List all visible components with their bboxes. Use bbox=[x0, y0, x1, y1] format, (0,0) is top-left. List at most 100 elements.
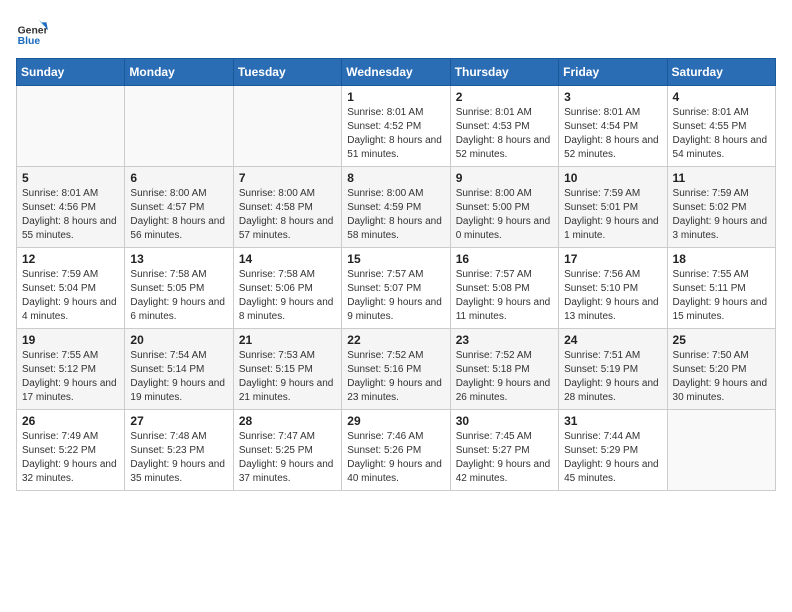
day-info: Sunrise: 7:55 AM Sunset: 5:12 PM Dayligh… bbox=[22, 349, 119, 405]
weekday-header-saturday: Saturday bbox=[667, 59, 775, 86]
day-info: Sunrise: 7:57 AM Sunset: 5:08 PM Dayligh… bbox=[456, 268, 553, 324]
day-number: 26 bbox=[22, 414, 119, 428]
calendar-cell bbox=[233, 86, 341, 167]
day-number: 22 bbox=[347, 333, 444, 347]
weekday-header-friday: Friday bbox=[559, 59, 667, 86]
day-info: Sunrise: 7:59 AM Sunset: 5:01 PM Dayligh… bbox=[564, 187, 661, 243]
day-info: Sunrise: 8:01 AM Sunset: 4:56 PM Dayligh… bbox=[22, 187, 119, 243]
day-info: Sunrise: 8:00 AM Sunset: 4:57 PM Dayligh… bbox=[130, 187, 227, 243]
day-info: Sunrise: 7:52 AM Sunset: 5:18 PM Dayligh… bbox=[456, 349, 553, 405]
page-header: General Blue bbox=[16, 16, 776, 48]
calendar-cell: 9 Sunrise: 8:00 AM Sunset: 5:00 PM Daylig… bbox=[450, 167, 558, 248]
calendar-cell: 11 Sunrise: 7:59 AM Sunset: 5:02 PM Dayli… bbox=[667, 167, 775, 248]
day-number: 15 bbox=[347, 252, 444, 266]
calendar-cell: 3 Sunrise: 8:01 AM Sunset: 4:54 PM Daylig… bbox=[559, 86, 667, 167]
svg-text:General: General bbox=[18, 26, 48, 37]
day-number: 6 bbox=[130, 171, 227, 185]
day-number: 23 bbox=[456, 333, 553, 347]
calendar-cell: 12 Sunrise: 7:59 AM Sunset: 5:04 PM Dayli… bbox=[17, 248, 125, 329]
weekday-header-monday: Monday bbox=[125, 59, 233, 86]
day-info: Sunrise: 7:52 AM Sunset: 5:16 PM Dayligh… bbox=[347, 349, 444, 405]
day-info: Sunrise: 8:00 AM Sunset: 5:00 PM Dayligh… bbox=[456, 187, 553, 243]
day-number: 3 bbox=[564, 90, 661, 104]
day-info: Sunrise: 7:55 AM Sunset: 5:11 PM Dayligh… bbox=[673, 268, 770, 324]
weekday-header-row: SundayMondayTuesdayWednesdayThursdayFrid… bbox=[17, 59, 776, 86]
calendar-week-row: 5Sunrise: 8:01 AM Sunset: 4:56 PM Daylig… bbox=[17, 167, 776, 248]
day-info: Sunrise: 8:01 AM Sunset: 4:54 PM Dayligh… bbox=[564, 106, 661, 162]
calendar-cell: 25 Sunrise: 7:50 AM Sunset: 5:20 PM Dayli… bbox=[667, 329, 775, 410]
calendar-week-row: 19 Sunrise: 7:55 AM Sunset: 5:12 PM Dayli… bbox=[17, 329, 776, 410]
day-number: 19 bbox=[22, 333, 119, 347]
calendar-cell: 7 Sunrise: 8:00 AM Sunset: 4:58 PM Daylig… bbox=[233, 167, 341, 248]
day-number: 4 bbox=[673, 90, 770, 104]
day-number: 17 bbox=[564, 252, 661, 266]
calendar-cell: 31Sunrise: 7:44 AM Sunset: 5:29 PM Dayli… bbox=[559, 410, 667, 491]
day-number: 7 bbox=[239, 171, 336, 185]
calendar-week-row: 26 Sunrise: 7:49 AM Sunset: 5:22 PM Dayli… bbox=[17, 410, 776, 491]
day-number: 14 bbox=[239, 252, 336, 266]
weekday-header-wednesday: Wednesday bbox=[342, 59, 450, 86]
day-number: 25 bbox=[673, 333, 770, 347]
day-number: 29 bbox=[347, 414, 444, 428]
calendar-cell: 19 Sunrise: 7:55 AM Sunset: 5:12 PM Dayli… bbox=[17, 329, 125, 410]
day-info: Sunrise: 7:58 AM Sunset: 5:06 PM Dayligh… bbox=[239, 268, 336, 324]
day-info: Sunrise: 8:00 AM Sunset: 4:58 PM Dayligh… bbox=[239, 187, 336, 243]
calendar-cell: 18 Sunrise: 7:55 AM Sunset: 5:11 PM Dayli… bbox=[667, 248, 775, 329]
day-info: Sunrise: 7:59 AM Sunset: 5:04 PM Dayligh… bbox=[22, 268, 119, 324]
calendar-cell: 27 Sunrise: 7:48 AM Sunset: 5:23 PM Dayli… bbox=[125, 410, 233, 491]
calendar-cell: 13 Sunrise: 7:58 AM Sunset: 5:05 PM Dayli… bbox=[125, 248, 233, 329]
weekday-header-tuesday: Tuesday bbox=[233, 59, 341, 86]
day-number: 9 bbox=[456, 171, 553, 185]
calendar-cell: 10 Sunrise: 7:59 AM Sunset: 5:01 PM Dayli… bbox=[559, 167, 667, 248]
day-info: Sunrise: 8:01 AM Sunset: 4:55 PM Dayligh… bbox=[673, 106, 770, 162]
day-info: Sunrise: 7:53 AM Sunset: 5:15 PM Dayligh… bbox=[239, 349, 336, 405]
day-number: 10 bbox=[564, 171, 661, 185]
calendar-cell: 21Sunrise: 7:53 AM Sunset: 5:15 PM Dayli… bbox=[233, 329, 341, 410]
calendar-cell: 15 Sunrise: 7:57 AM Sunset: 5:07 PM Dayli… bbox=[342, 248, 450, 329]
calendar-cell bbox=[125, 86, 233, 167]
day-info: Sunrise: 7:51 AM Sunset: 5:19 PM Dayligh… bbox=[564, 349, 661, 405]
weekday-header-sunday: Sunday bbox=[17, 59, 125, 86]
day-number: 12 bbox=[22, 252, 119, 266]
day-number: 30 bbox=[456, 414, 553, 428]
logo-icon: General Blue bbox=[16, 16, 48, 48]
weekday-header-thursday: Thursday bbox=[450, 59, 558, 86]
svg-text:Blue: Blue bbox=[18, 36, 41, 47]
calendar-cell: 6 Sunrise: 8:00 AM Sunset: 4:57 PM Daylig… bbox=[125, 167, 233, 248]
calendar-cell bbox=[667, 410, 775, 491]
day-info: Sunrise: 7:50 AM Sunset: 5:20 PM Dayligh… bbox=[673, 349, 770, 405]
day-number: 8 bbox=[347, 171, 444, 185]
day-info: Sunrise: 7:47 AM Sunset: 5:25 PM Dayligh… bbox=[239, 430, 336, 486]
day-info: Sunrise: 8:01 AM Sunset: 4:52 PM Dayligh… bbox=[347, 106, 444, 162]
calendar-cell: 22 Sunrise: 7:52 AM Sunset: 5:16 PM Dayli… bbox=[342, 329, 450, 410]
calendar-week-row: 1Sunrise: 8:01 AM Sunset: 4:52 PM Daylig… bbox=[17, 86, 776, 167]
calendar-cell: 14 Sunrise: 7:58 AM Sunset: 5:06 PM Dayli… bbox=[233, 248, 341, 329]
calendar-cell: 23 Sunrise: 7:52 AM Sunset: 5:18 PM Dayli… bbox=[450, 329, 558, 410]
calendar-cell: 2 Sunrise: 8:01 AM Sunset: 4:53 PM Daylig… bbox=[450, 86, 558, 167]
day-number: 11 bbox=[673, 171, 770, 185]
day-info: Sunrise: 7:57 AM Sunset: 5:07 PM Dayligh… bbox=[347, 268, 444, 324]
calendar-cell: 26 Sunrise: 7:49 AM Sunset: 5:22 PM Dayli… bbox=[17, 410, 125, 491]
day-info: Sunrise: 7:44 AM Sunset: 5:29 PM Dayligh… bbox=[564, 430, 661, 486]
day-info: Sunrise: 7:54 AM Sunset: 5:14 PM Dayligh… bbox=[130, 349, 227, 405]
day-info: Sunrise: 7:56 AM Sunset: 5:10 PM Dayligh… bbox=[564, 268, 661, 324]
day-number: 13 bbox=[130, 252, 227, 266]
day-number: 18 bbox=[673, 252, 770, 266]
calendar-cell: 8Sunrise: 8:00 AM Sunset: 4:59 PM Daylig… bbox=[342, 167, 450, 248]
day-info: Sunrise: 7:58 AM Sunset: 5:05 PM Dayligh… bbox=[130, 268, 227, 324]
day-number: 24 bbox=[564, 333, 661, 347]
day-number: 2 bbox=[456, 90, 553, 104]
calendar-cell: 4 Sunrise: 8:01 AM Sunset: 4:55 PM Daylig… bbox=[667, 86, 775, 167]
calendar-cell: 24 Sunrise: 7:51 AM Sunset: 5:19 PM Dayli… bbox=[559, 329, 667, 410]
calendar-cell: 29Sunrise: 7:46 AM Sunset: 5:26 PM Dayli… bbox=[342, 410, 450, 491]
day-info: Sunrise: 7:59 AM Sunset: 5:02 PM Dayligh… bbox=[673, 187, 770, 243]
day-info: Sunrise: 8:01 AM Sunset: 4:53 PM Dayligh… bbox=[456, 106, 553, 162]
day-info: Sunrise: 7:49 AM Sunset: 5:22 PM Dayligh… bbox=[22, 430, 119, 486]
calendar-week-row: 12 Sunrise: 7:59 AM Sunset: 5:04 PM Dayli… bbox=[17, 248, 776, 329]
day-number: 27 bbox=[130, 414, 227, 428]
calendar-cell: 30Sunrise: 7:45 AM Sunset: 5:27 PM Dayli… bbox=[450, 410, 558, 491]
day-info: Sunrise: 7:48 AM Sunset: 5:23 PM Dayligh… bbox=[130, 430, 227, 486]
calendar-cell: 16Sunrise: 7:57 AM Sunset: 5:08 PM Dayli… bbox=[450, 248, 558, 329]
calendar-cell bbox=[17, 86, 125, 167]
calendar-cell: 17 Sunrise: 7:56 AM Sunset: 5:10 PM Dayli… bbox=[559, 248, 667, 329]
